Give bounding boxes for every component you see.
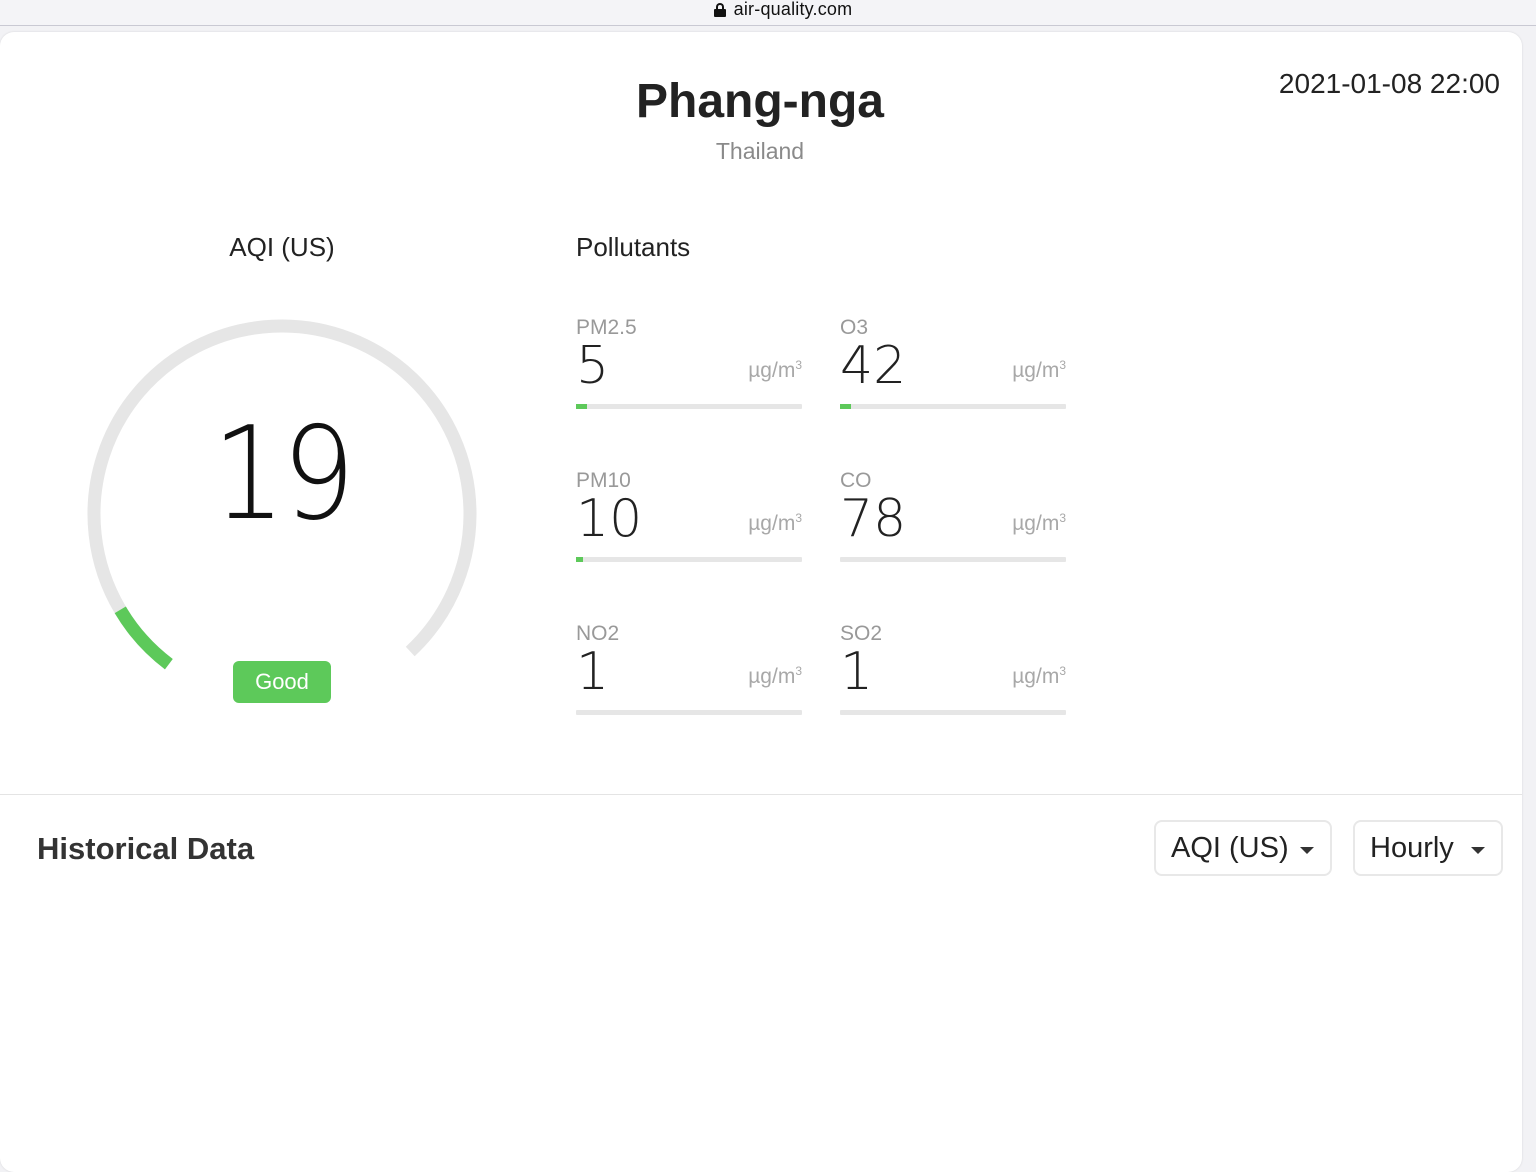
url-text[interactable]: air-quality.com	[734, 0, 853, 20]
historical-data-title: Historical Data	[37, 831, 255, 866]
period-select-value: Hourly	[1370, 831, 1454, 864]
pollutant-pm10: PM10 10 µg/m3	[576, 469, 802, 579]
aqi-gauge-fill	[114, 606, 173, 670]
pollutant-value: 5	[576, 336, 610, 396]
pollutant-level-track	[576, 710, 802, 715]
pollutant-level-track	[576, 404, 802, 409]
period-select[interactable]: Hourly	[1353, 820, 1503, 876]
pollutant-level-fill	[576, 557, 583, 562]
pollutant-level-fill	[840, 404, 852, 409]
pollutants-title: Pollutants	[576, 232, 691, 262]
pollutant-value: 1	[576, 642, 610, 702]
pollutant-value: 1	[840, 642, 874, 702]
metric-select[interactable]: AQI (US)	[1154, 820, 1332, 876]
caret-down-icon	[1300, 847, 1314, 854]
pollutant-level-track	[840, 404, 1066, 409]
pollutant-unit: µg/m3	[1012, 664, 1066, 688]
browser-url-bar[interactable]: air-quality.com	[0, 0, 1536, 26]
pollutant-unit: µg/m3	[1012, 358, 1066, 382]
timestamp: 2021-01-08 22:00	[1278, 68, 1500, 99]
pollutant-pm25: PM2.5 5 µg/m3	[576, 316, 802, 426]
air-quality-card: Phang-nga Thailand 2021-01-08 22:00 AQI …	[0, 32, 1522, 1172]
section-divider	[0, 794, 1522, 795]
pollutant-co: CO 78 µg/m3	[840, 469, 1066, 579]
pollutant-unit: µg/m3	[748, 358, 802, 382]
pollutant-level-fill	[576, 404, 588, 409]
pollutant-unit: µg/m3	[1012, 511, 1066, 535]
pollutant-level-track	[576, 557, 802, 562]
pollutant-level-track	[840, 710, 1066, 715]
aqi-status-badge: Good	[233, 661, 331, 703]
pollutant-unit: µg/m3	[748, 511, 802, 535]
aqi-value: 19	[212, 400, 355, 549]
pollutant-so2: SO2 1 µg/m3	[840, 622, 1066, 732]
pollutant-unit: µg/m3	[748, 664, 802, 688]
pollutant-o3: O3 42 µg/m3	[840, 316, 1066, 426]
metric-select-value: AQI (US)	[1171, 831, 1289, 864]
country-subtitle: Thailand	[715, 138, 805, 164]
pollutant-value: 10	[576, 489, 643, 549]
lock-icon	[713, 2, 726, 17]
pollutant-value: 78	[840, 489, 907, 549]
pollutant-no2: NO2 1 µg/m3	[576, 622, 802, 732]
pollutant-value: 42	[840, 336, 907, 396]
caret-down-icon	[1471, 847, 1485, 854]
pollutant-level-track	[840, 557, 1066, 562]
aqi-gauge-title: AQI (US)	[229, 232, 335, 262]
